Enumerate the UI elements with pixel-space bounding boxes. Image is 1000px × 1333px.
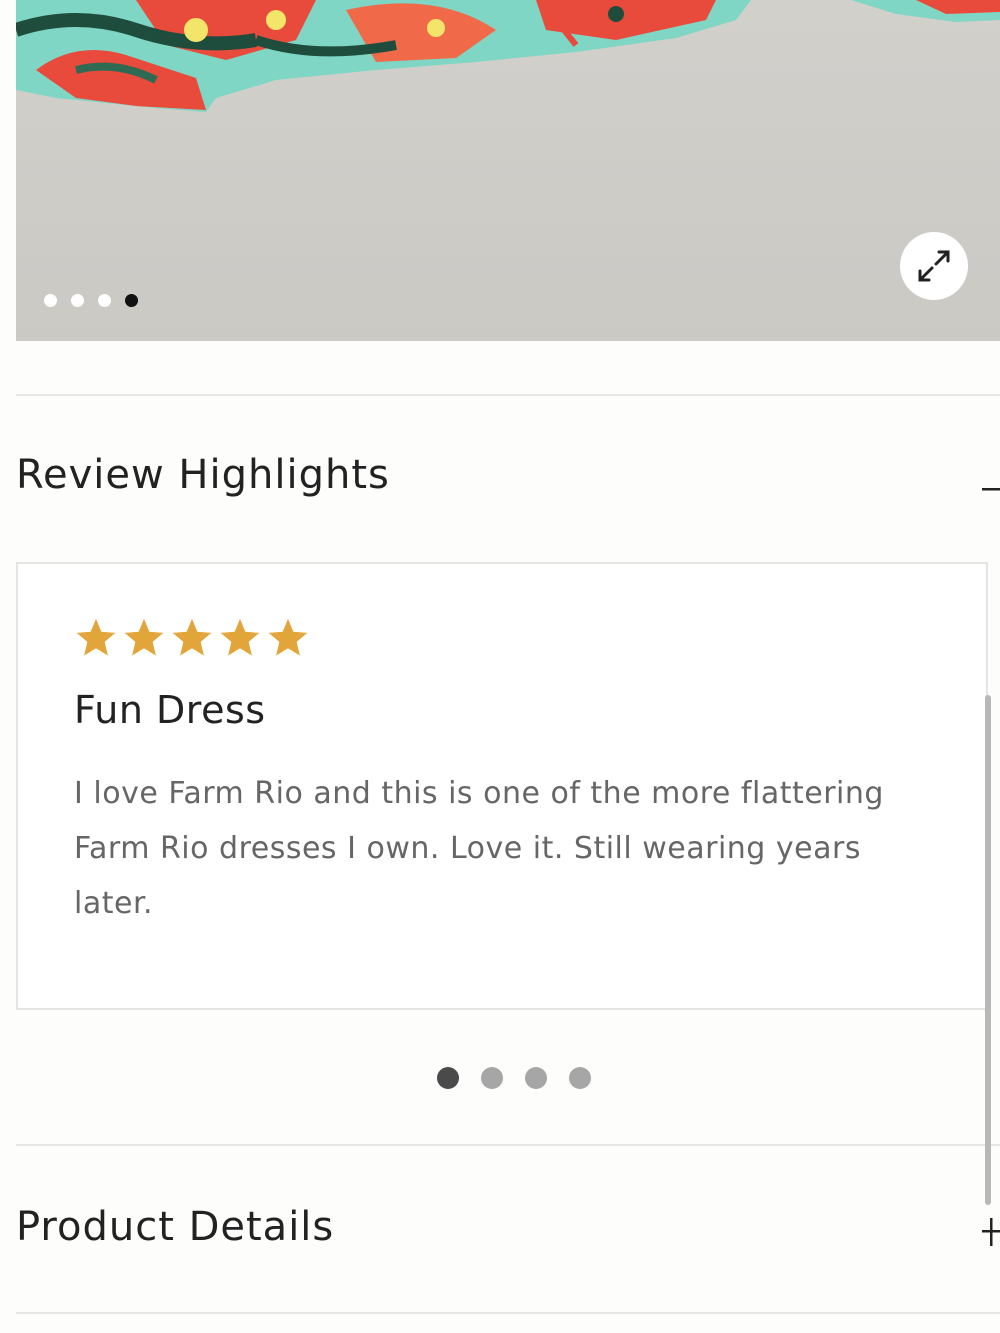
review-dot[interactable] [481,1067,503,1089]
review-highlights-title[interactable]: Review Highlights [16,452,390,498]
star-icon [268,618,308,656]
scrollbar[interactable] [985,695,991,1205]
section-divider [16,1144,1000,1146]
image-dot[interactable] [125,294,138,307]
product-details-toggle[interactable] [980,1216,1000,1250]
image-dot[interactable] [98,294,111,307]
review-dot[interactable] [525,1067,547,1089]
review-title: Fun Dress [74,688,266,732]
expand-image-button[interactable] [900,232,968,300]
review-dot[interactable] [569,1067,591,1089]
minus-icon [982,488,1000,491]
product-details-title[interactable]: Product Details [16,1204,334,1250]
review-highlights-toggle[interactable] [980,478,1000,497]
star-icon [220,618,260,656]
star-icon [172,618,212,656]
expand-arrows-icon [918,250,950,282]
review-pagination [437,1067,591,1089]
star-rating [74,616,310,660]
dress-fabric-pattern [16,0,1000,112]
star-icon [76,618,116,656]
review-dot[interactable] [437,1067,459,1089]
plus-icon [982,1218,1000,1246]
section-divider [16,1312,1000,1314]
image-pagination [44,294,138,307]
review-card[interactable]: Fun Dress I love Farm Rio and this is on… [16,562,988,1010]
section-divider [16,394,1000,396]
review-body: I love Farm Rio and this is one of the m… [74,776,884,921]
image-dot[interactable] [71,294,84,307]
star-icon [124,618,164,656]
product-image[interactable] [16,0,1000,341]
image-dot[interactable] [44,294,57,307]
